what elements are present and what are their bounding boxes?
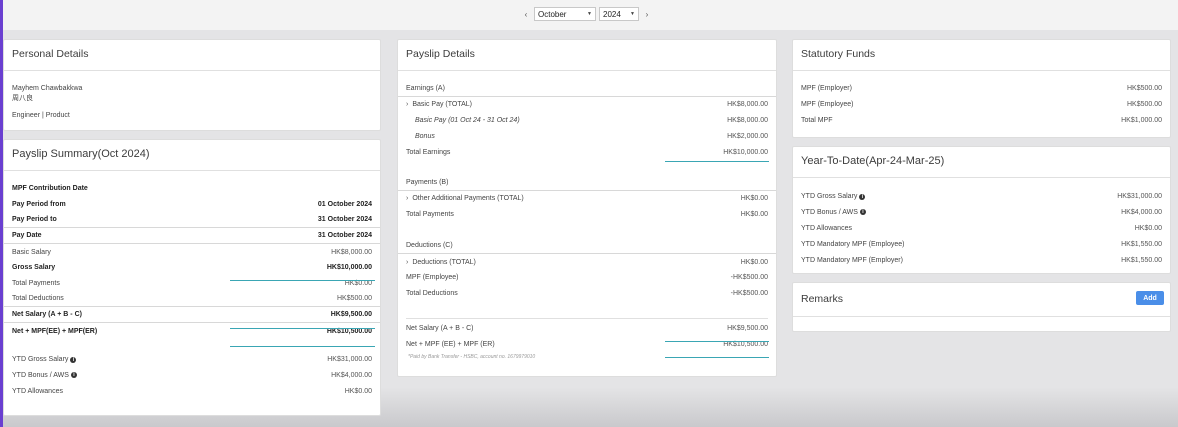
ytd-row: YTD Gross Salary i HK$31,000.00 — [801, 193, 1162, 201]
info-icon[interactable]: i — [70, 372, 77, 379]
summary-row: Gross Salary HK$10,000.00 — [12, 264, 372, 272]
info-icon[interactable]: i — [859, 193, 866, 200]
summary-row: Pay Period to 31 October 2024 — [4, 213, 380, 229]
ytd-card: Year-To-Date(Apr-24-Mar-25) YTD Gross Sa… — [792, 146, 1171, 274]
employee-role: Engineer | Product — [12, 112, 70, 119]
add-remark-button[interactable]: Add — [1136, 291, 1164, 305]
net-salary-row: Net Salary (A + B - C) HK$9,500.00 — [406, 324, 768, 332]
remarks-title: Remarks — [793, 283, 1170, 317]
remarks-card: Remarks Add — [792, 282, 1171, 332]
statutory-row: MPF (Employee) HK$500.00 — [801, 101, 1162, 109]
teal-underline — [665, 161, 769, 162]
ytd-row: YTD Bonus / AWS i HK$4,000.00 — [801, 209, 1162, 217]
personal-details-title: Personal Details — [4, 40, 380, 71]
ytd-row: YTD Mandatory MPF (Employee) HK$1,550.00 — [801, 240, 1162, 248]
total-earnings-row: Total Earnings HK$10,000.00 — [406, 148, 768, 156]
payslip-summary-title: Payslip Summary(Oct 2024) — [4, 140, 380, 171]
year-select[interactable]: 2024 ▼ — [599, 7, 639, 21]
statutory-row: Total MPF HK$1,000.00 — [801, 116, 1162, 124]
payslip-details-card: Payslip Details Earnings (A) › Basic Pay … — [397, 39, 777, 377]
basic-pay-period-row: Basic Pay (01 Oct 24 - 31 Oct 24) HK$8,00… — [415, 116, 768, 124]
earnings-section-label: Earnings (A) — [398, 81, 776, 97]
summary-row: Net + MPF(EE) + MPF(ER) HK$10,500.00 — [12, 327, 372, 335]
chevron-right-icon: › — [406, 195, 409, 203]
month-select-value: October — [538, 9, 567, 19]
summary-row: Basic Salary HK$8,000.00 — [12, 248, 372, 256]
prev-month-button[interactable]: ‹ — [521, 7, 531, 21]
chevron-right-icon: › — [406, 101, 409, 109]
summary-row: Net Salary (A + B - C) HK$9,500.00 — [4, 307, 380, 324]
ytd-summary-row: YTD Allowances HK$0.00 — [12, 387, 372, 395]
summary-row: Pay Date 31 October 2024 — [4, 228, 380, 245]
bonus-row: Bonus HK$2,000.00 — [415, 132, 768, 140]
summary-row: Total Deductions HK$500.00 — [4, 292, 380, 308]
teal-underline — [230, 280, 375, 281]
next-month-button[interactable]: › — [642, 7, 652, 21]
statutory-funds-card: Statutory Funds MPF (Employer) HK$500.00 … — [792, 39, 1171, 138]
teal-underline — [230, 346, 375, 347]
ytd-summary-row: YTD Bonus / AWS i HK$4,000.00 — [12, 372, 372, 380]
basic-pay-total-row[interactable]: › Basic Pay (TOTAL) HK$8,000.00 — [398, 97, 776, 113]
teal-underline — [665, 357, 769, 358]
payslip-summary-card: Payslip Summary(Oct 2024) MPF Contributi… — [3, 139, 381, 416]
employee-name: Mayhem Chawbakkwa — [12, 85, 83, 92]
statutory-row: MPF (Employer) HK$500.00 — [801, 85, 1162, 93]
ytd-row: YTD Mandatory MPF (Employer) HK$1,550.00 — [801, 256, 1162, 264]
ytd-row: YTD Allowances HK$0.00 — [801, 224, 1162, 232]
personal-details-card: Personal Details Mayhem Chawbakkwa 周八良 E… — [3, 39, 381, 131]
teal-underline — [665, 341, 769, 342]
payslip-details-title: Payslip Details — [398, 40, 776, 71]
other-payments-row[interactable]: › Other Additional Payments (TOTAL) HK$0.0… — [398, 191, 776, 207]
mpf-employee-row: MPF (Employee) -HK$500.00 — [406, 274, 768, 282]
statutory-funds-title: Statutory Funds — [793, 40, 1170, 71]
period-picker: ‹ October ▼ 2024 ▼ › — [521, 7, 652, 21]
total-deductions-row: Total Deductions -HK$500.00 — [406, 290, 768, 298]
info-icon[interactable]: i — [70, 356, 77, 363]
net-mpf-row: Net + MPF (EE) + MPF (ER) HK$10,500.00 — [406, 340, 768, 348]
year-select-value: 2024 — [603, 9, 621, 19]
deductions-total-row[interactable]: › Deductions (TOTAL) HK$0.00 — [398, 254, 776, 270]
chevron-down-icon: ▼ — [587, 11, 592, 17]
info-icon[interactable]: i — [859, 209, 866, 216]
summary-row: Total Payments HK$0.00 — [12, 280, 372, 288]
deductions-section-label: Deductions (C) — [398, 238, 776, 255]
chevron-down-icon: ▼ — [630, 11, 635, 17]
total-payments-row: Total Payments HK$0.00 — [406, 210, 768, 218]
employee-chinese-name: 周八良 — [12, 94, 33, 102]
ytd-summary-row: YTD Gross Salary i HK$31,000.00 — [12, 356, 372, 364]
summary-row: MPF Contribution Date — [12, 185, 88, 193]
ytd-title: Year-To-Date(Apr-24-Mar-25) — [793, 147, 1170, 178]
chevron-right-icon: › — [406, 258, 409, 266]
summary-row: Pay Period from 01 October 2024 — [12, 201, 372, 209]
month-select[interactable]: October ▼ — [534, 7, 596, 21]
payments-section-label: Payments (B) — [398, 175, 776, 191]
teal-underline — [230, 328, 375, 329]
